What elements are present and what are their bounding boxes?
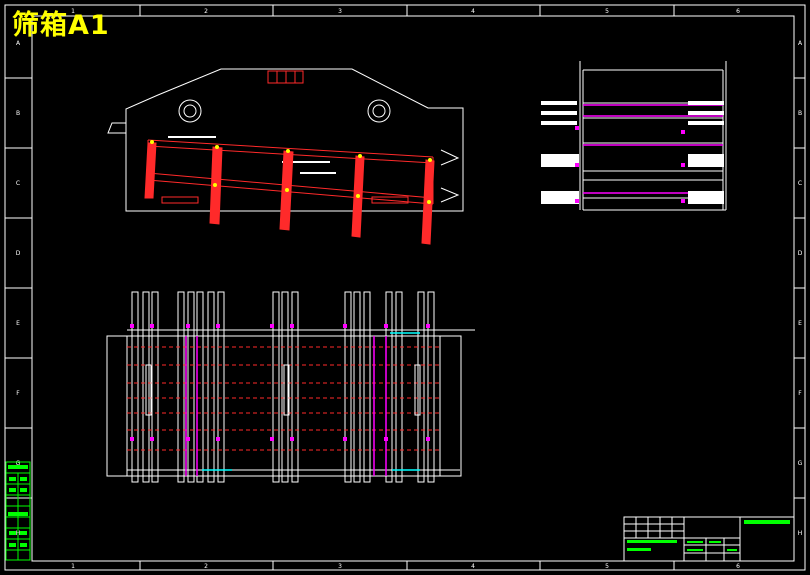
top-view-slots [145,364,421,416]
col-label-bottom: 3 [338,563,342,570]
side-view-callouts-left [541,101,579,204]
top-view [106,291,475,483]
front-view-housing-outline [125,68,464,212]
top-view-magenta-rails [185,336,387,476]
row-label-right: E [798,320,802,327]
drawing-frame [4,4,806,571]
top-cover-plate [267,70,304,84]
col-label-bottom: 4 [471,563,475,570]
outlet-lips [440,149,460,203]
row-label-left: D [16,250,21,257]
side-view [541,61,727,211]
row-label-left: E [16,320,20,327]
col-label-bottom: 1 [71,563,75,570]
row-label-right: D [798,250,803,257]
col-label-top: 3 [338,8,342,15]
row-label-right: A [798,40,803,47]
col-label-bottom: 5 [605,563,609,570]
side-view-frame [579,61,727,211]
zone-ticks [5,5,805,570]
top-view-magenta-ticks [130,324,430,441]
row-label-right: G [798,460,803,467]
side-view-markers [575,126,685,203]
screen-deck-labels [168,136,336,174]
top-view-dimensions [202,332,420,471]
top-view-bars-center [272,291,299,483]
bearing-hole-right [367,99,391,123]
col-label-top: 5 [605,8,609,15]
row-label-right: B [798,110,802,117]
inlet-flange [107,122,126,134]
bearing-hole-left [178,99,202,123]
title-block [623,516,795,562]
row-label-right: C [798,180,802,187]
row-label-left: F [16,390,20,397]
row-label-left: B [16,110,20,117]
col-label-bottom: 2 [204,563,208,570]
front-view [107,68,464,245]
col-label-top: 6 [736,8,740,15]
row-label-left: C [16,180,20,187]
row-label-right: F [798,390,802,397]
drawing-title: 筛箱A1 [12,10,110,41]
row-label-right: H [798,530,803,537]
zone-labels: 1 2 3 4 5 6 1 2 3 4 5 6 A B C D E F G H … [16,8,803,570]
col-label-top: 2 [204,8,208,15]
revision-table [5,461,31,561]
cad-drawing-canvas: 1 2 3 4 5 6 1 2 3 4 5 6 A B C D E F G H … [4,4,806,571]
top-view-bars-right [344,291,435,483]
cross-beams [144,142,435,245]
row-label-left: A [16,40,21,47]
col-label-bottom: 6 [736,563,740,570]
col-label-top: 4 [471,8,475,15]
